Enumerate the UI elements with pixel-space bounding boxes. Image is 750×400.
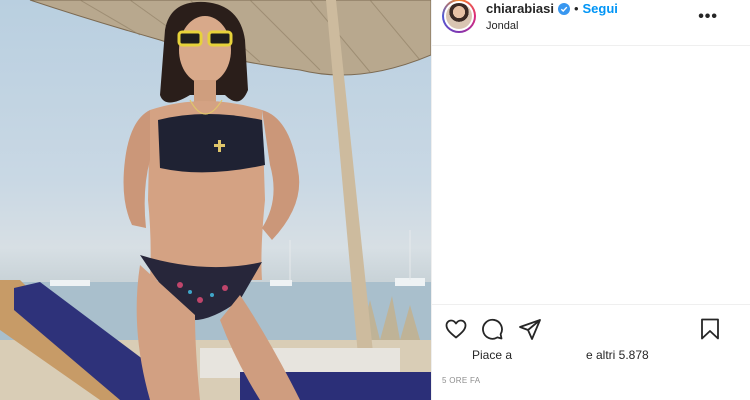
photo-scene [0, 0, 431, 400]
post-sidebar: chiarabiasi • Segui Jondal ••• Piace a e… [431, 0, 750, 400]
boat [50, 280, 90, 286]
send-icon[interactable] [518, 317, 542, 341]
avatar[interactable] [442, 0, 476, 33]
boat [270, 280, 292, 286]
follow-button[interactable]: Segui [583, 1, 618, 16]
likes-count-link[interactable]: e altri 5.878 [586, 348, 649, 362]
location-link[interactable]: Jondal [486, 20, 618, 32]
verified-badge-icon [557, 2, 570, 15]
more-options-icon[interactable]: ••• [698, 8, 718, 26]
face [179, 16, 231, 84]
bookmark-icon[interactable] [698, 317, 722, 341]
instagram-post: chiarabiasi • Segui Jondal ••• Piace a e… [0, 0, 750, 400]
bikini-top [158, 114, 265, 173]
username-link[interactable]: chiarabiasi [486, 1, 554, 16]
avatar-image [446, 2, 472, 29]
sunglasses [177, 30, 203, 47]
likes-prefix: Piace a [472, 348, 513, 362]
heart-icon[interactable] [444, 317, 468, 341]
post-photo[interactable] [0, 0, 431, 400]
separator-dot: • [573, 1, 579, 16]
arm-left [123, 110, 150, 228]
comment-icon[interactable] [480, 317, 504, 341]
post-timestamp[interactable]: 5 ORE FA [442, 376, 480, 385]
action-bar [432, 304, 750, 348]
post-header: chiarabiasi • Segui Jondal ••• [432, 0, 750, 46]
arm-right [262, 110, 300, 240]
